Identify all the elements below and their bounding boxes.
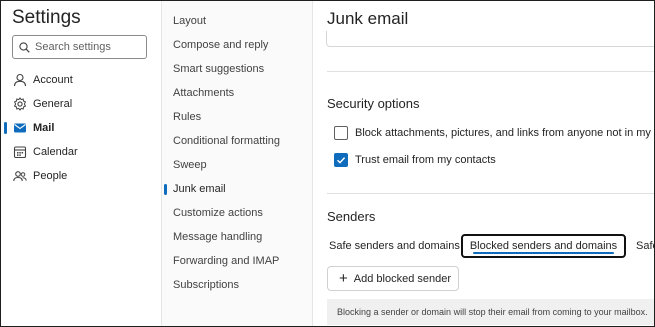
info-text: Blocking a sender or domain will stop th… — [337, 307, 648, 317]
checkmark-icon — [337, 157, 346, 164]
gear-icon — [13, 97, 27, 111]
person-icon — [13, 73, 27, 87]
mail-settings-subnav: Layout Compose and reply Smart suggestio… — [161, 1, 313, 326]
category-people[interactable]: People — [1, 165, 160, 187]
page-title: Junk email — [327, 9, 409, 28]
trust-contacts-option[interactable]: Trust email from my contacts — [334, 153, 496, 167]
calendar-icon — [13, 146, 27, 159]
tab-safe-senders[interactable]: Safe senders and domains — [329, 234, 460, 258]
category-calendar[interactable]: Calendar — [1, 141, 160, 163]
divider — [327, 71, 654, 72]
info-message: Blocking a sender or domain will stop th… — [327, 299, 654, 325]
category-label: Account — [33, 74, 73, 86]
subnav-item-conditional-formatting[interactable]: Conditional formatting — [173, 135, 280, 147]
checkbox-label: Trust email from my contacts — [355, 154, 496, 166]
subnav-item-smart-suggestions[interactable]: Smart suggestions — [173, 63, 264, 75]
checkbox[interactable] — [334, 126, 348, 140]
subnav-item-layout[interactable]: Layout — [173, 15, 206, 27]
subnav-item-compose-and-reply[interactable]: Compose and reply — [173, 39, 268, 51]
mail-icon — [14, 123, 26, 133]
settings-title: Settings — [12, 7, 81, 28]
senders-heading: Senders — [327, 209, 376, 224]
subnav-item-rules[interactable]: Rules — [173, 111, 201, 123]
active-indicator — [164, 184, 167, 195]
category-general[interactable]: General — [1, 93, 160, 115]
settings-category-pane: Settings Account General — [1, 1, 160, 326]
security-options-heading: Security options — [327, 96, 420, 111]
divider — [327, 193, 654, 194]
subnav-item-customize-actions[interactable]: Customize actions — [173, 207, 263, 219]
add-blocked-sender-button[interactable]: + Add blocked sender — [327, 266, 459, 291]
subnav-item-sweep[interactable]: Sweep — [173, 159, 207, 171]
active-indicator — [4, 122, 7, 134]
subnav-item-message-handling[interactable]: Message handling — [173, 231, 262, 243]
button-label: Add blocked sender — [353, 272, 451, 285]
checkbox[interactable] — [334, 153, 348, 167]
category-label: Calendar — [33, 146, 78, 158]
tab-blocked-senders[interactable]: Blocked senders and domains — [461, 234, 626, 258]
subnav-item-subscriptions[interactable]: Subscriptions — [173, 279, 239, 291]
settings-window: Settings Account General — [0, 0, 655, 327]
category-label: General — [33, 98, 73, 110]
selected-tab-indicator — [473, 252, 614, 254]
checkbox-label: Block attachments, pictures, and links f… — [355, 127, 655, 139]
category-mail[interactable]: Mail — [1, 117, 160, 139]
block-attachments-option[interactable]: Block attachments, pictures, and links f… — [334, 126, 655, 140]
category-label: People — [33, 170, 68, 182]
tab-label: Blocked senders and domains — [469, 240, 618, 252]
scrolled-list-box — [326, 31, 654, 47]
junk-email-settings: Junk email Security options Block attach… — [314, 1, 655, 326]
search-input[interactable] — [35, 41, 140, 53]
search-icon — [19, 41, 30, 53]
subnav-item-attachments[interactable]: Attachments — [173, 87, 234, 99]
tab-safe-mailing-lists[interactable]: Safe — [636, 234, 654, 258]
category-account[interactable]: Account — [1, 69, 160, 91]
category-label: Mail — [33, 122, 55, 134]
subnav-item-forwarding-and-imap[interactable]: Forwarding and IMAP — [173, 255, 279, 267]
search-box[interactable] — [12, 35, 147, 59]
subnav-item-junk-email[interactable]: Junk email — [173, 183, 226, 195]
people-icon — [13, 171, 27, 182]
plus-icon: + — [339, 270, 348, 287]
